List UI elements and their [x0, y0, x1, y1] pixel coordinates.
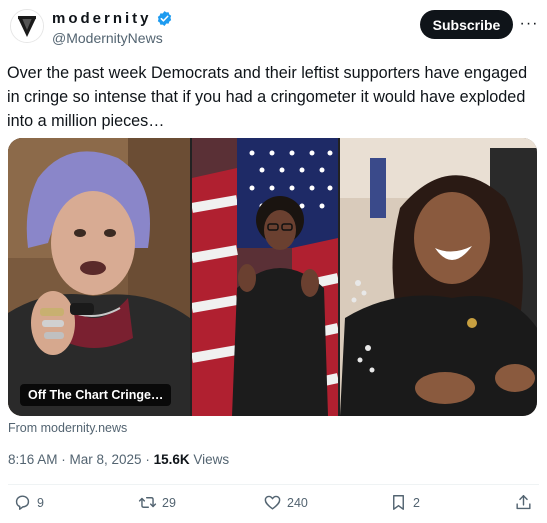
- modernity-logo-icon: [11, 10, 43, 42]
- post-timestamp[interactable]: 8:16 AM · Mar 8, 2025 ·: [8, 452, 154, 467]
- like-count: 240: [287, 495, 308, 510]
- video-frame-left: [8, 138, 190, 416]
- post-header: modernity @ModernityNews Subscribe ···: [0, 0, 547, 58]
- heart-icon: [264, 495, 281, 510]
- repost-button[interactable]: 29: [138, 493, 176, 512]
- verified-check-icon: [157, 11, 171, 26]
- repost-icon: [138, 497, 157, 508]
- share-button[interactable]: [514, 493, 533, 512]
- views-count: 15.6K: [153, 452, 190, 467]
- subscribe-button[interactable]: Subscribe: [420, 10, 513, 39]
- reply-icon: [15, 495, 30, 510]
- bookmark-icon: [393, 495, 404, 510]
- action-bar: 9 29 240 2: [0, 493, 547, 521]
- like-button[interactable]: 240: [263, 493, 308, 512]
- post-text: Over the past week Democrats and their l…: [7, 64, 528, 130]
- bookmark-count: 2: [413, 495, 420, 510]
- post-meta: 8:16 AM · Mar 8, 2025 · 15.6K Views: [8, 452, 229, 467]
- repost-count: 29: [162, 495, 176, 510]
- video-media[interactable]: Off The Chart Cringe…: [8, 138, 537, 416]
- name-row[interactable]: modernity: [52, 10, 173, 27]
- display-name[interactable]: modernity: [52, 10, 152, 27]
- share-icon: [516, 495, 531, 510]
- more-options-icon[interactable]: ···: [519, 14, 539, 34]
- divider: [8, 484, 539, 485]
- handle[interactable]: @ModernityNews: [52, 30, 163, 46]
- avatar[interactable]: [10, 9, 44, 43]
- source-link[interactable]: From modernity.news: [8, 421, 127, 435]
- reply-count: 9: [37, 495, 44, 510]
- views-label: Views: [189, 452, 230, 467]
- bookmark-button[interactable]: 2: [389, 493, 420, 512]
- video-frame-middle: [192, 138, 338, 416]
- video-frame-right: [340, 138, 537, 416]
- reply-button[interactable]: 9: [13, 493, 44, 512]
- video-caption: Off The Chart Cringe…: [20, 384, 172, 406]
